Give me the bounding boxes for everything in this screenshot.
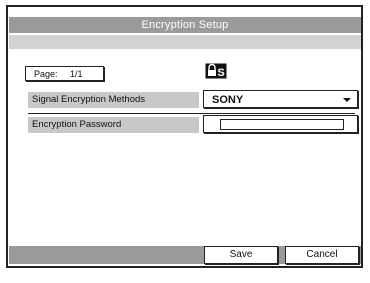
signal-encryption-value: SONY <box>212 94 244 106</box>
signal-encryption-select[interactable]: SONY <box>203 90 358 108</box>
encryption-password-label: Encryption Password <box>28 117 199 133</box>
encryption-password-field[interactable] <box>203 115 358 133</box>
signal-encryption-label: Signal Encryption Methods <box>28 92 199 108</box>
svg-text:S: S <box>217 67 224 79</box>
dialog-title: Encryption Setup <box>9 17 361 33</box>
cancel-button[interactable]: Cancel <box>285 246 359 264</box>
save-button[interactable]: Save <box>204 246 278 264</box>
page-indicator[interactable]: Page: 1/1 <box>25 66 104 81</box>
password-input[interactable] <box>220 119 344 130</box>
lock-s-icon: S <box>205 63 227 79</box>
page-value: 1/1 <box>70 69 83 79</box>
page-label: Page: <box>34 69 58 79</box>
divider <box>28 113 355 114</box>
dropdown-arrow-icon <box>343 98 351 102</box>
toolbar-strip <box>9 35 361 49</box>
